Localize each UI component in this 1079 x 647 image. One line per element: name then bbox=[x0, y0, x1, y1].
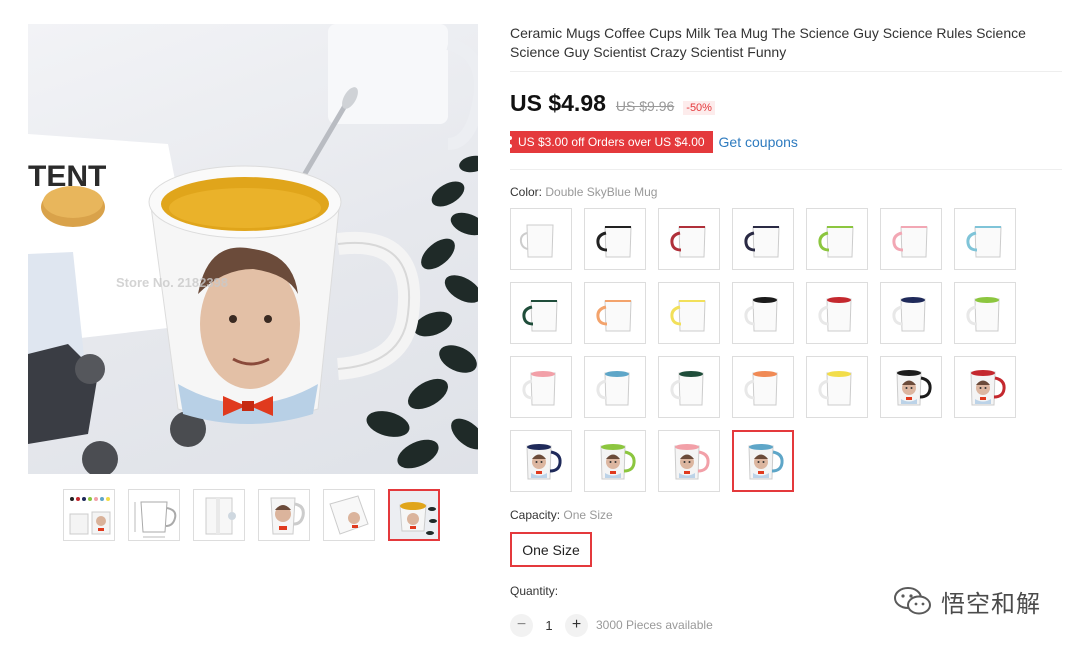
color-swatch-23[interactable] bbox=[584, 430, 646, 492]
mug-icon bbox=[896, 370, 932, 406]
color-swatch-1[interactable] bbox=[510, 208, 572, 270]
coupon-divider bbox=[510, 169, 1062, 170]
mug-icon bbox=[744, 226, 780, 258]
capacity-label: Capacity: bbox=[510, 508, 561, 522]
color-swatch-24[interactable] bbox=[658, 430, 720, 492]
quantity-value[interactable]: 1 bbox=[533, 618, 565, 633]
quantity-label: Quantity: bbox=[510, 584, 559, 598]
color-swatch-16[interactable] bbox=[584, 356, 646, 418]
color-swatch-19[interactable] bbox=[806, 356, 868, 418]
thumbnail-6[interactable] bbox=[388, 489, 440, 541]
stock-available: 3000 Pieces available bbox=[596, 618, 713, 632]
mug-icon bbox=[596, 226, 632, 258]
color-swatch-10[interactable] bbox=[658, 282, 720, 344]
mug-icon bbox=[744, 297, 778, 332]
size-option-one-size[interactable]: One Size bbox=[510, 532, 592, 567]
discount-badge: -50% bbox=[683, 101, 715, 115]
mug-icon bbox=[970, 370, 1006, 406]
color-swatch-9[interactable] bbox=[584, 282, 646, 344]
mug-icon bbox=[519, 224, 554, 258]
mug-icon bbox=[522, 300, 558, 332]
current-price: US $4.98 bbox=[510, 90, 606, 116]
mug-icon bbox=[966, 226, 1002, 258]
mug-icon bbox=[744, 371, 778, 406]
thumbnail-6-image bbox=[390, 491, 438, 539]
mug-icon bbox=[522, 371, 556, 406]
color-swatch-14[interactable] bbox=[954, 282, 1016, 344]
color-label-row: Color: Double SkyBlue Mug bbox=[510, 185, 657, 199]
color-swatch-20[interactable] bbox=[880, 356, 942, 418]
mug-icon bbox=[670, 371, 704, 406]
price-row: US $4.98 US $9.96 -50% bbox=[510, 90, 715, 118]
coupon-tag: US $3.00 off Orders over US $4.00 bbox=[508, 131, 713, 153]
mug-icon bbox=[818, 297, 852, 332]
wechat-icon bbox=[894, 587, 931, 615]
mug-icon bbox=[526, 444, 562, 480]
color-swatch-12[interactable] bbox=[806, 282, 868, 344]
main-product-image[interactable]: TENT Store No. 2182398 bbox=[28, 24, 478, 474]
main-image-art: TENT Store No. 2182398 bbox=[28, 24, 478, 474]
thumbnail-1-image bbox=[68, 496, 111, 535]
title-divider bbox=[510, 71, 1062, 72]
thumbnail-3-image bbox=[205, 497, 236, 535]
mug-icon bbox=[818, 226, 854, 258]
color-swatch-15[interactable] bbox=[510, 356, 572, 418]
thumbnail-2-image bbox=[134, 501, 177, 538]
thumbnail-5[interactable] bbox=[323, 489, 375, 541]
color-swatch-13[interactable] bbox=[880, 282, 942, 344]
watermark-text: 悟空和解 bbox=[941, 590, 1041, 618]
color-swatch-21[interactable] bbox=[954, 356, 1016, 418]
wechat-watermark: 悟空和解 bbox=[893, 584, 1041, 618]
get-coupons-link[interactable]: Get coupons bbox=[719, 134, 798, 150]
color-swatch-11[interactable] bbox=[732, 282, 794, 344]
mug-icon bbox=[674, 444, 710, 480]
color-swatch-25[interactable] bbox=[732, 430, 794, 492]
mug-icon bbox=[818, 371, 852, 406]
mug-icon bbox=[670, 226, 706, 258]
color-label: Color: bbox=[510, 185, 543, 199]
color-swatch-8[interactable] bbox=[510, 282, 572, 344]
product-title: Ceramic Mugs Coffee Cups Milk Tea Mug Th… bbox=[510, 25, 1026, 60]
color-swatch-22[interactable] bbox=[510, 430, 572, 492]
mug-icon bbox=[596, 300, 632, 332]
color-swatch-grid bbox=[510, 208, 1030, 498]
mug-icon bbox=[892, 226, 928, 258]
mug-icon bbox=[670, 300, 706, 332]
mug-icon bbox=[596, 371, 630, 406]
color-swatch-6[interactable] bbox=[880, 208, 942, 270]
capacity-label-row: Capacity: One Size bbox=[510, 508, 613, 522]
mug-icon bbox=[892, 297, 926, 332]
mug-icon bbox=[600, 444, 636, 480]
store-watermark: Store No. 2182398 bbox=[116, 275, 228, 290]
color-swatch-7[interactable] bbox=[954, 208, 1016, 270]
thumbnail-2[interactable] bbox=[128, 489, 180, 541]
color-selected-value: Double SkyBlue Mug bbox=[545, 185, 658, 199]
color-swatch-17[interactable] bbox=[658, 356, 720, 418]
thumbnail-3[interactable] bbox=[193, 489, 245, 541]
quantity-increase-button[interactable]: + bbox=[565, 613, 588, 637]
thumbnail-4[interactable] bbox=[258, 489, 310, 541]
capacity-selected-value: One Size bbox=[563, 508, 613, 522]
thumbnail-4-image bbox=[270, 497, 305, 535]
color-swatch-5[interactable] bbox=[806, 208, 868, 270]
mug-icon bbox=[748, 444, 784, 480]
thumbnail-1[interactable] bbox=[63, 489, 115, 541]
mug-icon bbox=[966, 297, 1000, 332]
coupon-row: US $3.00 off Orders over US $4.00 Get co… bbox=[508, 131, 798, 153]
original-price: US $9.96 bbox=[615, 98, 675, 114]
quantity-stepper: − 1 + 3000 Pieces available bbox=[510, 613, 713, 637]
thumbnail-5-image bbox=[329, 495, 369, 535]
color-swatch-4[interactable] bbox=[732, 208, 794, 270]
quantity-decrease-button[interactable]: − bbox=[510, 613, 533, 637]
color-swatch-3[interactable] bbox=[658, 208, 720, 270]
color-swatch-2[interactable] bbox=[584, 208, 646, 270]
color-swatch-18[interactable] bbox=[732, 356, 794, 418]
